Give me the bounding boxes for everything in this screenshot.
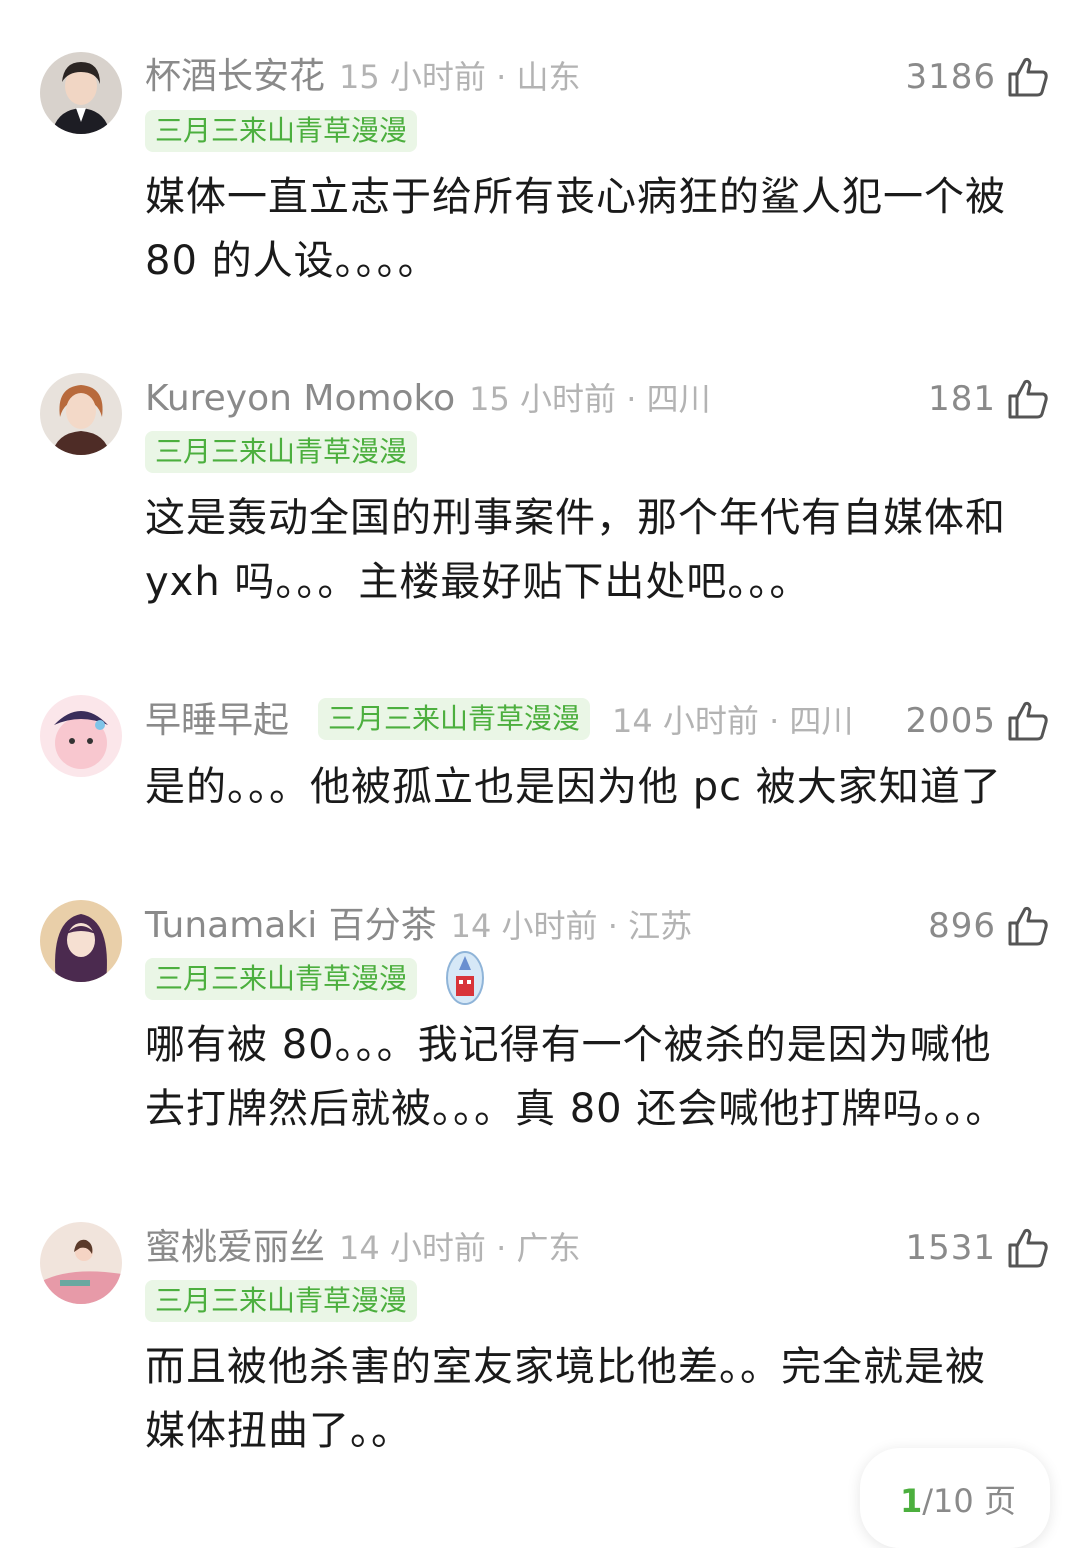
comment-line: 这是轰动全国的刑事案件，那个年代有自媒体和	[145, 495, 1006, 541]
avatar-image	[40, 900, 122, 982]
avatar-image	[40, 695, 122, 777]
total-pages: /10 页	[922, 1482, 1016, 1520]
location-text: 江苏	[628, 907, 693, 945]
username[interactable]: Kureyon Momoko 15 小时前 · 四川	[145, 374, 711, 424]
time-text: 15 小时前	[469, 380, 617, 418]
time-location: 14 小时前 · 四川	[612, 702, 854, 740]
location-text: 山东	[516, 58, 581, 96]
comment-text: 而且被他杀害的室友家境比他差。。完全就是被 媒体扭曲了。。	[145, 1335, 1055, 1463]
like-button[interactable]: 181	[928, 374, 1050, 424]
comment-line: 是的。。。他被孤立也是因为他 pc 被大家知道了	[145, 764, 1002, 810]
location-text: 广东	[516, 1229, 581, 1267]
location-text: 四川	[789, 702, 854, 740]
like-button[interactable]: 2005	[905, 696, 1050, 746]
comment-line: yxh 吗。。。主楼最好贴下出处吧。。。	[145, 559, 811, 605]
comment-line: 媒体一直立志于给所有丧心病狂的鲨人犯一个被	[145, 174, 1006, 220]
location-text: 四川	[646, 380, 711, 418]
avatar-image	[40, 373, 122, 455]
fan-badge[interactable]: 三月三来山青草漫漫	[145, 431, 418, 473]
fan-badge[interactable]: 三月三来山青草漫漫	[145, 958, 418, 1000]
avatar[interactable]	[40, 373, 122, 455]
avatar[interactable]	[40, 900, 122, 982]
username-text[interactable]: 杯酒长安花	[145, 56, 325, 97]
comment-text: 这是轰动全国的刑事案件，那个年代有自媒体和 yxh 吗。。。主楼最好贴下出处吧。…	[145, 486, 1055, 614]
username[interactable]: 杯酒长安花 15 小时前 · 山东	[145, 52, 580, 102]
thumbs-up-icon[interactable]	[1006, 699, 1050, 743]
thumbs-up-icon[interactable]	[1006, 55, 1050, 99]
page-indicator[interactable]: 1/10 页	[860, 1448, 1050, 1548]
like-count: 1531	[905, 1228, 996, 1268]
time-location: 14 小时前 · 江苏	[450, 907, 693, 945]
avatar[interactable]	[40, 695, 122, 777]
like-button[interactable]: 1531	[905, 1223, 1050, 1273]
like-count: 3186	[905, 57, 996, 97]
fan-badge[interactable]: 三月三来山青草漫漫	[145, 1280, 418, 1322]
username[interactable]: 蜜桃爱丽丝 14 小时前 · 广东	[145, 1223, 580, 1273]
comment-line: 去打牌然后就被。。。真 80 还会喊他打牌吗。。。	[145, 1086, 1007, 1132]
time-location: 15 小时前 · 四川	[469, 380, 711, 418]
username-text[interactable]: Kureyon Momoko	[145, 378, 455, 419]
fan-badge[interactable]: 三月三来山青草漫漫	[318, 698, 591, 740]
page-indicator-text[interactable]: 1/10 页	[900, 1476, 1016, 1522]
time-location: 14 小时前 · 广东	[339, 1229, 581, 1267]
current-page: 1	[900, 1482, 923, 1520]
username-text[interactable]: Tunamaki 百分茶	[145, 905, 437, 946]
time-text: 14 小时前	[339, 1229, 486, 1267]
thumbs-up-icon[interactable]	[1006, 904, 1050, 948]
comment-line: 哪有被 80。。。我记得有一个被杀的是因为喊他	[145, 1022, 992, 1068]
like-count: 896	[928, 906, 996, 946]
avatar[interactable]	[40, 52, 122, 134]
avatar-image	[40, 1222, 122, 1304]
time-text: 14 小时前	[612, 702, 759, 740]
avatar[interactable]	[40, 1222, 122, 1304]
like-button[interactable]: 3186	[905, 52, 1050, 102]
like-count: 181	[928, 379, 996, 419]
comment-line: 而且被他杀害的室友家境比他差。。完全就是被	[145, 1344, 986, 1390]
like-count: 2005	[905, 701, 996, 741]
avatar-image	[40, 52, 122, 134]
thumbs-up-icon[interactable]	[1006, 377, 1050, 421]
time-text: 14 小时前	[450, 907, 598, 945]
comment-text: 媒体一直立志于给所有丧心病狂的鲨人犯一个被 80 的人设。。。。	[145, 165, 1055, 293]
time-text: 15 小时前	[339, 58, 486, 96]
time-location: 15 小时前 · 山东	[339, 58, 581, 96]
username-text[interactable]: 蜜桃爱丽丝	[145, 1227, 325, 1268]
fan-badge[interactable]: 三月三来山青草漫漫	[145, 110, 418, 152]
thumbs-up-icon[interactable]	[1006, 1226, 1050, 1270]
comment-text: 哪有被 80。。。我记得有一个被杀的是因为喊他 去打牌然后就被。。。真 80 还…	[145, 1013, 1055, 1141]
username[interactable]: 早睡早起	[145, 696, 289, 746]
like-button[interactable]: 896	[928, 901, 1050, 951]
comment-line: 80 的人设。。。。	[145, 238, 439, 284]
username[interactable]: Tunamaki 百分茶 14 小时前 · 江苏	[145, 901, 692, 951]
medal-badge-icon[interactable]	[445, 950, 485, 1006]
username-text[interactable]: 早睡早起	[145, 700, 289, 741]
comment-text: 是的。。。他被孤立也是因为他 pc 被大家知道了	[145, 755, 1055, 819]
